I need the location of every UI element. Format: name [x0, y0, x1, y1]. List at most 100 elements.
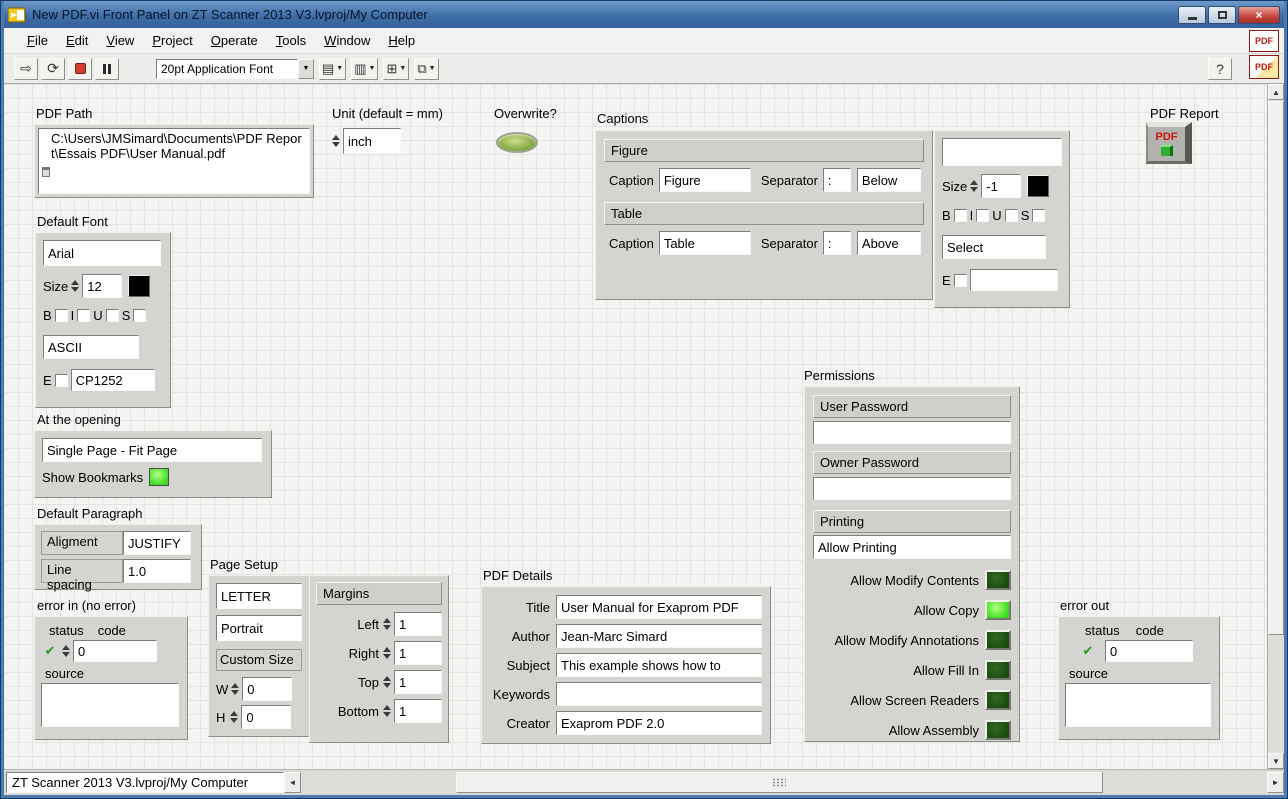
menu-help[interactable]: Help: [379, 29, 424, 52]
height-spinner[interactable]: [229, 711, 239, 723]
abort-button[interactable]: [68, 58, 92, 80]
owner-password-field[interactable]: [813, 477, 1011, 500]
horizontal-scrollbar-thumb[interactable]: [456, 772, 1103, 793]
table-caption-field[interactable]: Table: [659, 231, 751, 255]
allow-copy-led[interactable]: [985, 600, 1011, 620]
orientation-dropdown[interactable]: Portrait: [216, 615, 302, 641]
minimize-button[interactable]: [1178, 6, 1206, 24]
margin-right-spinner[interactable]: [382, 647, 392, 659]
caption-font-select-dropdown[interactable]: Select: [942, 235, 1046, 259]
allow-printing-dropdown[interactable]: Allow Printing: [813, 535, 1011, 559]
default-font-name-field[interactable]: Arial: [43, 240, 161, 266]
strike-checkbox[interactable]: [1032, 209, 1045, 222]
italic-checkbox[interactable]: [976, 209, 989, 222]
run-continuously-button[interactable]: ⟳: [41, 58, 65, 80]
underline-checkbox[interactable]: [1005, 209, 1018, 222]
allow-assembly-led[interactable]: [985, 720, 1011, 740]
table-position-dropdown[interactable]: Above: [857, 231, 921, 255]
show-bookmarks-led[interactable]: [149, 468, 169, 486]
default-font-size-field[interactable]: 12: [82, 274, 122, 298]
opening-view-dropdown[interactable]: Single Page - Fit Page: [42, 438, 262, 462]
margin-bottom-field[interactable]: 1: [394, 699, 442, 723]
pause-button[interactable]: [95, 58, 119, 80]
allow-fill-in-led[interactable]: [985, 660, 1011, 680]
caption-font-size-spinner[interactable]: [969, 180, 979, 192]
figure-caption-field[interactable]: Figure: [659, 168, 751, 192]
horizontal-scrollbar[interactable]: [301, 772, 1267, 793]
keywords-field[interactable]: [556, 682, 762, 706]
vi-icon-pdf-color[interactable]: PDF: [1249, 55, 1279, 79]
allow-screen-readers-led[interactable]: [985, 690, 1011, 710]
menu-operate[interactable]: Operate: [202, 29, 267, 52]
default-font-color-box[interactable]: [128, 275, 150, 297]
unit-value-field[interactable]: inch: [343, 128, 401, 154]
reorder-objects-button[interactable]: ⧉ ▼: [414, 58, 438, 80]
menu-file[interactable]: File: [18, 29, 57, 52]
menu-project[interactable]: Project: [143, 29, 201, 52]
author-field[interactable]: Jean-Marc Simard: [556, 624, 762, 648]
title-field[interactable]: User Manual for Exaprom PDF: [556, 595, 762, 619]
width-spinner[interactable]: [230, 683, 240, 695]
italic-checkbox[interactable]: [77, 309, 90, 322]
overwrite-led-button[interactable]: [496, 132, 538, 153]
caption-font-size-field[interactable]: -1: [981, 174, 1021, 198]
underline-checkbox[interactable]: [106, 309, 119, 322]
margin-top-spinner[interactable]: [382, 676, 392, 688]
menu-edit[interactable]: Edit: [57, 29, 97, 52]
default-font-encoding-field[interactable]: CP1252: [71, 369, 155, 391]
scroll-up-button[interactable]: ▲: [1268, 84, 1284, 100]
line-spacing-field[interactable]: 1.0: [123, 559, 191, 583]
figure-separator-field[interactable]: :: [823, 168, 851, 192]
error-in-source-field[interactable]: [41, 683, 179, 727]
bold-checkbox[interactable]: [55, 309, 68, 322]
font-selector-value[interactable]: 20pt Application Font: [156, 59, 298, 79]
caption-font-name-field[interactable]: [942, 138, 1062, 166]
paper-size-dropdown[interactable]: LETTER: [216, 583, 302, 609]
scroll-down-button[interactable]: ▼: [1268, 753, 1284, 769]
subject-field[interactable]: This example shows how to: [556, 653, 762, 677]
resize-objects-button[interactable]: ⊞ ▼: [383, 58, 409, 80]
distribute-objects-button[interactable]: ▥ ▼: [351, 58, 378, 80]
error-in-status-indicator[interactable]: ✔: [41, 642, 59, 660]
align-objects-button[interactable]: ▤ ▼: [319, 58, 346, 80]
menu-window[interactable]: Window: [315, 29, 379, 52]
pdf-report-icon[interactable]: PDF: [1146, 122, 1192, 164]
scroll-left-button[interactable]: ◄: [284, 772, 301, 793]
allow-modify-annotations-led[interactable]: [985, 630, 1011, 650]
height-field[interactable]: 0: [241, 705, 291, 729]
error-in-code-spinner[interactable]: [61, 645, 71, 657]
unit-increment-decrement[interactable]: [331, 135, 341, 147]
menu-view[interactable]: View: [97, 29, 143, 52]
width-field[interactable]: 0: [242, 677, 292, 701]
error-in-code-field[interactable]: 0: [73, 640, 157, 662]
encoding-checkbox[interactable]: [55, 374, 68, 387]
vertical-scrollbar-thumb[interactable]: [1268, 101, 1284, 635]
creator-field[interactable]: Exaprom PDF 2.0: [556, 711, 762, 735]
caption-font-color-box[interactable]: [1027, 175, 1049, 197]
bold-checkbox[interactable]: [954, 209, 967, 222]
margin-right-field[interactable]: 1: [394, 641, 442, 665]
strike-checkbox[interactable]: [133, 309, 146, 322]
execution-target-breadcrumb[interactable]: ZT Scanner 2013 V3.lvproj/My Computer: [6, 772, 284, 793]
table-separator-field[interactable]: :: [823, 231, 851, 255]
default-font-size-spinner[interactable]: [70, 280, 80, 292]
margin-top-field[interactable]: 1: [394, 670, 442, 694]
caption-font-encoding-field[interactable]: [970, 269, 1058, 291]
figure-position-dropdown[interactable]: Below: [857, 168, 921, 192]
user-password-field[interactable]: [813, 421, 1011, 444]
maximize-button[interactable]: [1208, 6, 1236, 24]
margin-bottom-spinner[interactable]: [382, 705, 392, 717]
vi-icon-pdf[interactable]: PDF: [1249, 30, 1279, 52]
default-font-charset-field[interactable]: ASCII: [43, 335, 139, 359]
context-help-button[interactable]: ?: [1208, 58, 1232, 80]
font-selector-dropdown-button[interactable]: ▼: [298, 59, 314, 79]
margin-left-field[interactable]: 1: [394, 612, 442, 636]
alignment-field[interactable]: JUSTIFY: [123, 531, 191, 555]
run-button[interactable]: ⇨: [14, 58, 38, 80]
pdf-path-field[interactable]: C:\Users\JMSimard\Documents\PDF Report\E…: [38, 128, 310, 194]
encoding-checkbox[interactable]: [954, 274, 967, 287]
menu-tools[interactable]: Tools: [267, 29, 315, 52]
margin-left-spinner[interactable]: [382, 618, 392, 630]
allow-modify-contents-led[interactable]: [985, 570, 1011, 590]
vertical-scrollbar[interactable]: ▲ ▼: [1267, 84, 1284, 769]
